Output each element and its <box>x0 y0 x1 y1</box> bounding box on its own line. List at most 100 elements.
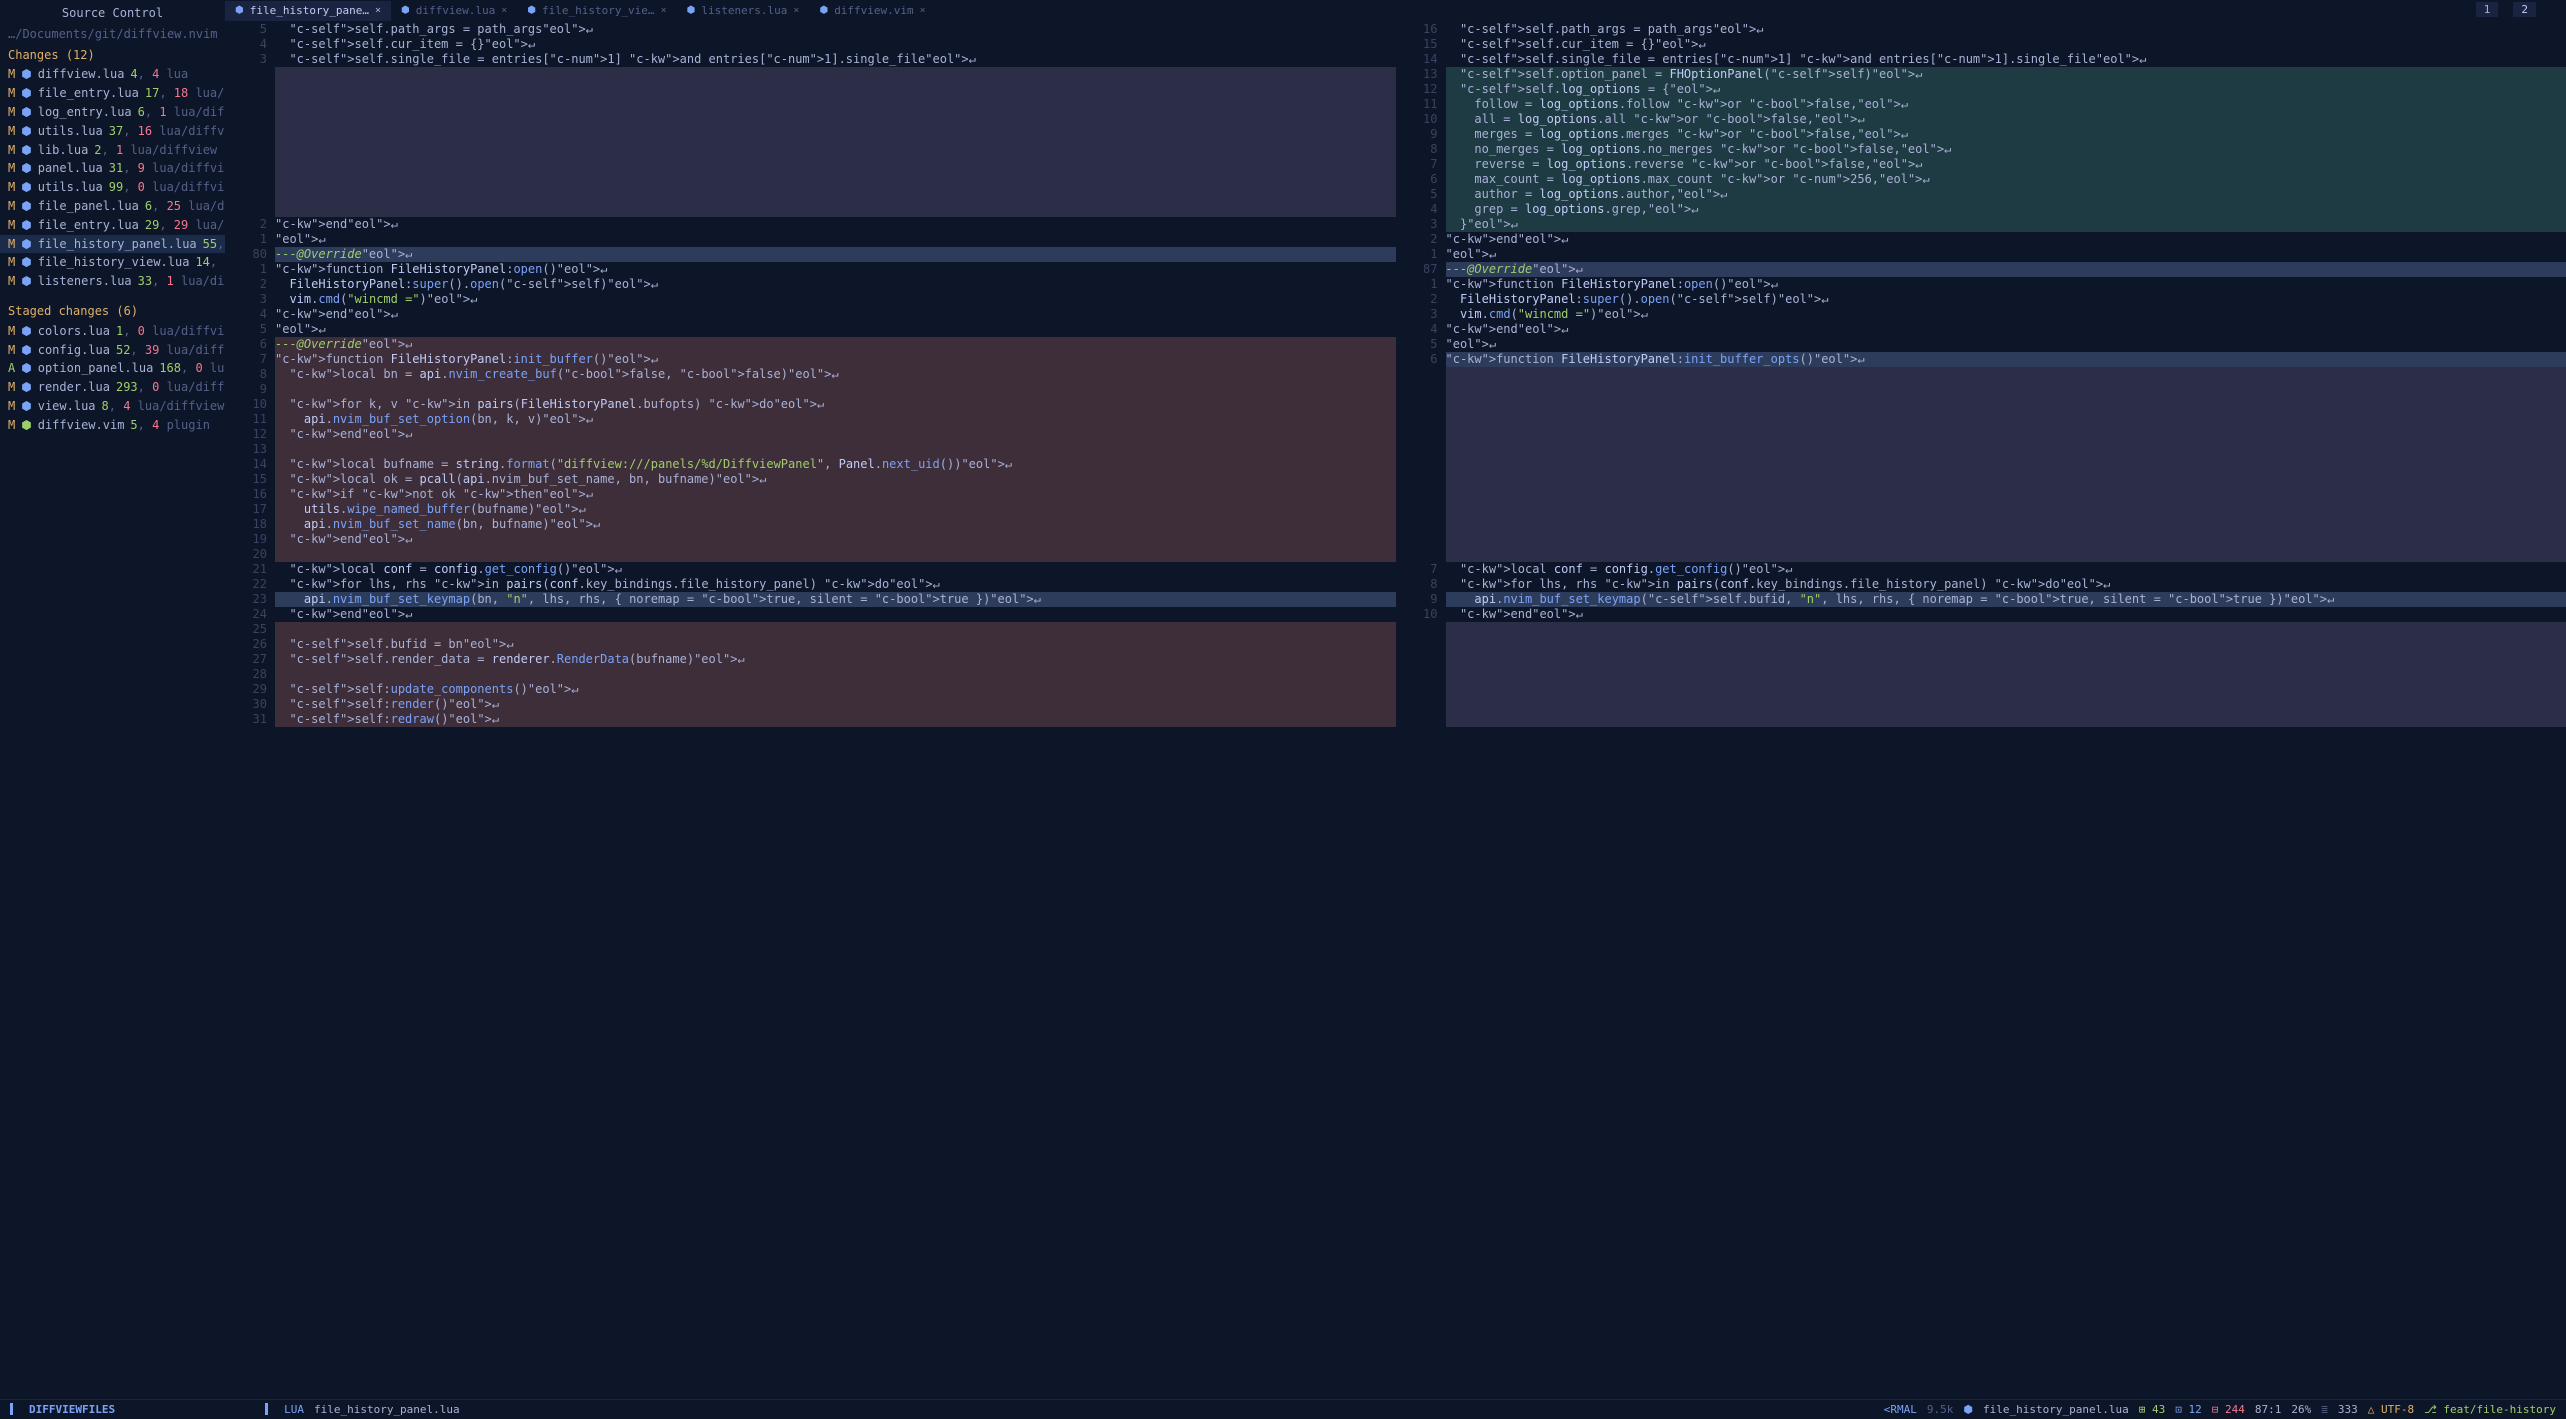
file-entry[interactable]: M⬢colors.lua1, 0 lua/diffview <box>0 322 225 341</box>
code-line[interactable]: api.nvim_buf_set_keymap(bn, "n", lhs, rh… <box>275 592 1396 607</box>
code-line[interactable] <box>1446 712 2566 727</box>
code-line[interactable]: FileHistoryPanel:super().open("c-self">s… <box>275 277 1396 292</box>
file-entry[interactable]: M⬢utils.lua37, 16 lua/diffview <box>0 122 225 141</box>
code-line[interactable]: max_count = log_options.max_count "c-kw"… <box>1446 172 2566 187</box>
code-right[interactable]: "c-self">self.path_args = path_args"eol"… <box>1446 22 2566 1399</box>
code-line[interactable]: utils.wipe_named_buffer(bufname)"eol">↵ <box>275 502 1396 517</box>
tab[interactable]: ⬢diffview.lua× <box>391 1 517 20</box>
code-line[interactable]: "c-self">self.single_file = entries["c-n… <box>275 52 1396 67</box>
code-line[interactable]: "c-self">self:update_components()"eol">↵ <box>275 682 1396 697</box>
code-line[interactable] <box>275 442 1396 457</box>
code-line[interactable]: "c-self">self.render_data = renderer.Ren… <box>275 652 1396 667</box>
code-line[interactable]: "c-kw">end"eol">↵ <box>275 427 1396 442</box>
code-line[interactable]: "c-self">self.log_options = {"eol">↵ <box>1446 82 2566 97</box>
code-line[interactable]: "c-self">self.path_args = path_args"eol"… <box>1446 22 2566 37</box>
file-entry[interactable]: M⬢listeners.lua33, 1 lua/diffv <box>0 272 225 291</box>
code-line[interactable] <box>1446 367 2566 382</box>
code-line[interactable]: no_merges = log_options.no_merges "c-kw"… <box>1446 142 2566 157</box>
code-line[interactable]: "c-kw">local bn = api.nvim_create_buf("c… <box>275 367 1396 382</box>
code-line[interactable] <box>275 622 1396 637</box>
code-line[interactable] <box>275 112 1396 127</box>
code-line[interactable]: "c-kw">local bufname = string.format("di… <box>275 457 1396 472</box>
code-line[interactable]: "c-kw">for k, v "c-kw">in pairs(FileHist… <box>275 397 1396 412</box>
diff-pane-right[interactable]: 161514131211109876543218712345678910 "c-… <box>1396 22 2566 1399</box>
file-entry[interactable]: M⬢file_panel.lua6, 25 lua/diff <box>0 197 225 216</box>
file-entry[interactable]: M⬢diffview.vim5, 4 plugin <box>0 416 225 435</box>
file-entry[interactable]: M⬢view.lua8, 4 lua/diffview/vi <box>0 397 225 416</box>
code-line[interactable]: }"eol">↵ <box>1446 217 2566 232</box>
code-line[interactable] <box>1446 547 2566 562</box>
code-line[interactable] <box>1446 682 2566 697</box>
code-line[interactable] <box>1446 667 2566 682</box>
code-left[interactable]: "c-self">self.path_args = path_args"eol"… <box>275 22 1396 1399</box>
code-line[interactable]: "c-kw">function FileHistoryPanel:open()"… <box>1446 277 2566 292</box>
code-line[interactable]: "c-self">self.bufid = bn"eol">↵ <box>275 637 1396 652</box>
code-line[interactable] <box>1446 517 2566 532</box>
file-entry[interactable]: M⬢config.lua52, 39 lua/diffvie <box>0 341 225 360</box>
code-line[interactable]: "eol">↵ <box>275 322 1396 337</box>
code-line[interactable] <box>275 97 1396 112</box>
code-line[interactable]: "eol">↵ <box>1446 247 2566 262</box>
file-entry[interactable]: M⬢utils.lua99, 0 lua/diffview <box>0 178 225 197</box>
close-icon[interactable]: × <box>793 4 799 18</box>
file-entry[interactable]: M⬢panel.lua31, 9 lua/diffview/ <box>0 159 225 178</box>
code-line[interactable]: api.nvim_buf_set_name(bn, bufname)"eol">… <box>275 517 1396 532</box>
code-line[interactable]: ---@Override"eol">↵ <box>275 247 1396 262</box>
code-line[interactable] <box>275 187 1396 202</box>
file-entry[interactable]: A⬢option_panel.lua168, 0 lua/d <box>0 359 225 378</box>
code-line[interactable]: api.nvim_buf_set_option(bn, k, v)"eol">↵ <box>275 412 1396 427</box>
code-line[interactable] <box>275 82 1396 97</box>
code-line[interactable]: follow = log_options.follow "c-kw">or "c… <box>1446 97 2566 112</box>
code-line[interactable]: "c-kw">local ok = pcall(api.nvim_buf_set… <box>275 472 1396 487</box>
code-line[interactable]: grep = log_options.grep,"eol">↵ <box>1446 202 2566 217</box>
code-line[interactable] <box>275 202 1396 217</box>
code-line[interactable]: vim.cmd("wincmd =")"eol">↵ <box>1446 307 2566 322</box>
code-line[interactable]: "c-kw">end"eol">↵ <box>1446 322 2566 337</box>
code-line[interactable]: "c-kw">end"eol">↵ <box>1446 607 2566 622</box>
file-entry[interactable]: M⬢lib.lua2, 1 lua/diffview <box>0 141 225 160</box>
code-line[interactable]: "c-kw">function FileHistoryPanel:init_bu… <box>275 352 1396 367</box>
code-line[interactable] <box>275 172 1396 187</box>
code-line[interactable]: all = log_options.all "c-kw">or "c-bool"… <box>1446 112 2566 127</box>
code-line[interactable]: "c-kw">end"eol">↵ <box>275 307 1396 322</box>
code-line[interactable]: "eol">↵ <box>1446 337 2566 352</box>
code-line[interactable]: "c-kw">local conf = config.get_config()"… <box>1446 562 2566 577</box>
close-icon[interactable]: × <box>661 4 667 18</box>
code-line[interactable]: "c-kw">for lhs, rhs "c-kw">in pairs(conf… <box>275 577 1396 592</box>
code-line[interactable] <box>1446 397 2566 412</box>
code-line[interactable]: reverse = log_options.reverse "c-kw">or … <box>1446 157 2566 172</box>
code-line[interactable] <box>1446 622 2566 637</box>
code-line[interactable]: "c-self">self.path_args = path_args"eol"… <box>275 22 1396 37</box>
code-line[interactable] <box>275 157 1396 172</box>
code-line[interactable] <box>275 382 1396 397</box>
code-line[interactable]: author = log_options.author,"eol">↵ <box>1446 187 2566 202</box>
code-line[interactable] <box>275 547 1396 562</box>
diff-pane-left[interactable]: 543 218012345678910111213141516171819202… <box>225 22 1396 1399</box>
code-line[interactable] <box>1446 487 2566 502</box>
code-line[interactable]: "c-self">self.single_file = entries["c-n… <box>1446 52 2566 67</box>
tab[interactable]: ⬢diffview.vim× <box>809 1 935 20</box>
code-line[interactable]: merges = log_options.merges "c-kw">or "c… <box>1446 127 2566 142</box>
code-line[interactable]: "c-self">self:render()"eol">↵ <box>275 697 1396 712</box>
code-line[interactable] <box>275 142 1396 157</box>
code-line[interactable]: ---@Override"eol">↵ <box>275 337 1396 352</box>
file-entry[interactable]: M⬢file_history_view.lua14, 10 <box>0 253 225 272</box>
code-line[interactable] <box>1446 637 2566 652</box>
code-line[interactable]: ---@Override"eol">↵ <box>1446 262 2566 277</box>
code-line[interactable] <box>1446 427 2566 442</box>
code-line[interactable]: vim.cmd("wincmd =")"eol">↵ <box>275 292 1396 307</box>
code-line[interactable] <box>1446 412 2566 427</box>
code-line[interactable]: "c-kw">end"eol">↵ <box>1446 232 2566 247</box>
code-line[interactable]: "eol">↵ <box>275 232 1396 247</box>
code-line[interactable]: "c-self">self.cur_item = {}"eol">↵ <box>275 37 1396 52</box>
code-line[interactable] <box>1446 382 2566 397</box>
code-line[interactable]: "c-kw">end"eol">↵ <box>275 607 1396 622</box>
code-line[interactable] <box>275 127 1396 142</box>
code-line[interactable]: "c-kw">local conf = config.get_config()"… <box>275 562 1396 577</box>
code-line[interactable]: "c-kw">function FileHistoryPanel:init_bu… <box>1446 352 2566 367</box>
file-entry[interactable]: M⬢file_entry.lua29, 29 lua/dif <box>0 216 225 235</box>
code-line[interactable]: "c-kw">function FileHistoryPanel:open()"… <box>275 262 1396 277</box>
tab[interactable]: ⬢file_history_pane…× <box>225 1 391 20</box>
close-icon[interactable]: × <box>920 4 926 18</box>
code-line[interactable] <box>1446 652 2566 667</box>
